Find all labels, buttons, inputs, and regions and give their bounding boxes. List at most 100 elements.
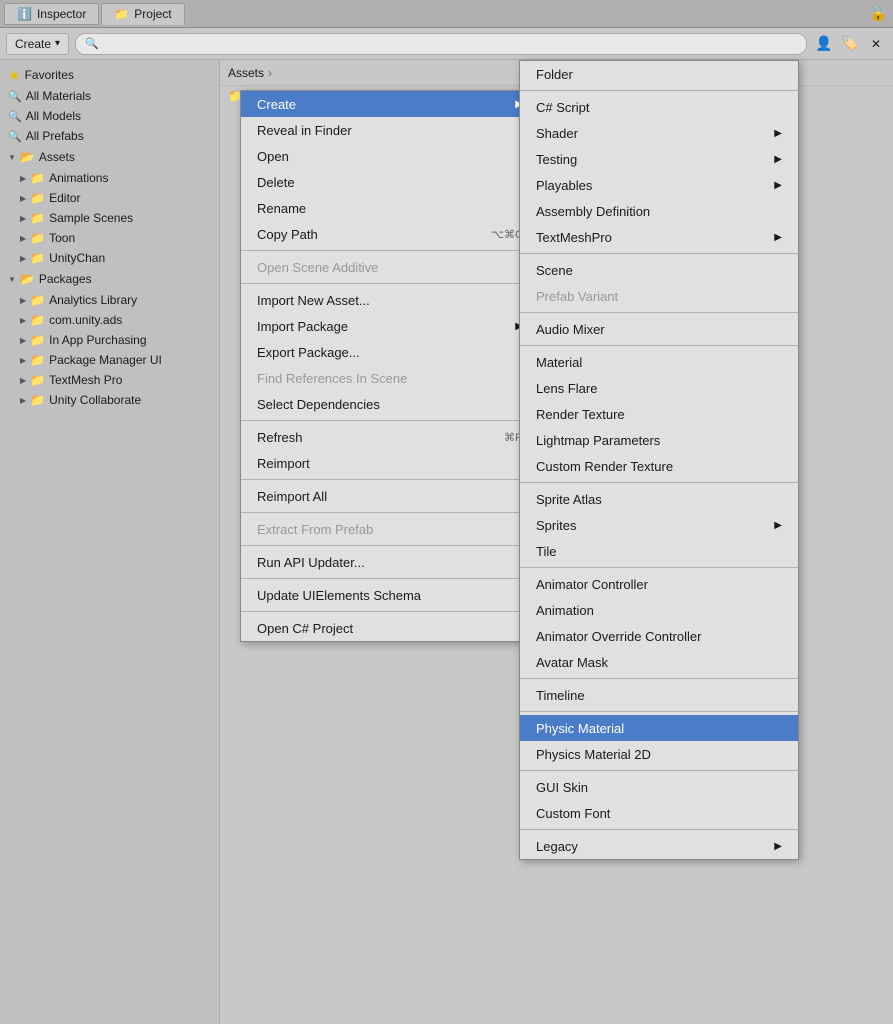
favorites-label: Favorites <box>25 68 74 82</box>
sidebar-item-all-materials[interactable]: 🔍 All Materials <box>0 86 219 106</box>
sidebar-item-textmesh[interactable]: ▶ 📁 TextMesh Pro <box>0 370 219 390</box>
menu-item-create[interactable]: Create ▶ <box>241 91 539 117</box>
all-materials-label: All Materials <box>26 89 91 103</box>
tab-project[interactable]: 📁 Project <box>101 3 184 25</box>
menu-item-run-api[interactable]: Run API Updater... <box>241 549 539 575</box>
submenu-item-testing[interactable]: Testing ▶ <box>520 146 798 172</box>
menu-item-copy-path[interactable]: Copy Path ⌥⌘C <box>241 221 539 247</box>
menu-open-label: Open <box>257 149 289 164</box>
folder-icon5: 📁 <box>30 251 45 265</box>
sidebar-item-sample-scenes[interactable]: ▶ 📁 Sample Scenes <box>0 208 219 228</box>
sidebar-item-toon[interactable]: ▶ 📁 Toon <box>0 228 219 248</box>
lock-icon[interactable]: 🔒 <box>870 5 893 22</box>
submenu-item-assembly[interactable]: Assembly Definition <box>520 198 798 224</box>
submenu-playables-label: Playables <box>536 178 592 193</box>
menu-find-refs-label: Find References In Scene <box>257 371 407 386</box>
sidebar-item-package-manager[interactable]: ▶ 📁 Package Manager UI <box>0 350 219 370</box>
close-icon[interactable]: ✕ <box>865 33 887 55</box>
menu-item-delete[interactable]: Delete <box>241 169 539 195</box>
submenu-item-legacy[interactable]: Legacy ▶ <box>520 833 798 859</box>
submenu-csharp-label: C# Script <box>536 100 589 115</box>
submenu-material-label: Material <box>536 355 582 370</box>
submenu-item-custom-font[interactable]: Custom Font <box>520 800 798 826</box>
submenu-item-render-texture[interactable]: Render Texture <box>520 401 798 427</box>
folder-icon6: 📁 <box>30 293 45 307</box>
create-button[interactable]: Create ▾ <box>6 33 69 55</box>
folder-icon7: 📁 <box>30 313 45 327</box>
submenu-item-physic-material[interactable]: Physic Material <box>520 715 798 741</box>
menu-item-select-deps[interactable]: Select Dependencies <box>241 391 539 417</box>
menu-run-api-label: Run API Updater... <box>257 555 365 570</box>
submenu-gui-skin-label: GUI Skin <box>536 780 588 795</box>
submenu-item-lightmap[interactable]: Lightmap Parameters <box>520 427 798 453</box>
submenu-item-scene[interactable]: Scene <box>520 257 798 283</box>
submenu-item-playables[interactable]: Playables ▶ <box>520 172 798 198</box>
menu-item-update-ui[interactable]: Update UIElements Schema <box>241 582 539 608</box>
all-models-label: All Models <box>26 109 81 123</box>
submenu-item-csharp[interactable]: C# Script <box>520 94 798 120</box>
menu-item-import-new[interactable]: Import New Asset... <box>241 287 539 313</box>
assets-header[interactable]: ▼ 📂 Assets <box>0 146 219 168</box>
triangle-right4: ▶ <box>20 234 26 243</box>
sidebar-item-unitychan[interactable]: ▶ 📁 UnityChan <box>0 248 219 268</box>
folder-icon10: 📁 <box>30 373 45 387</box>
submenu-item-lens-flare[interactable]: Lens Flare <box>520 375 798 401</box>
submenu-sprites-label: Sprites <box>536 518 576 533</box>
menu-copy-path-label: Copy Path <box>257 227 318 242</box>
menu-item-reimport-all[interactable]: Reimport All <box>241 483 539 509</box>
triangle-right6: ▶ <box>20 296 26 305</box>
breadcrumb-assets[interactable]: Assets <box>228 66 264 80</box>
triangle-right7: ▶ <box>20 316 26 325</box>
triangle-right10: ▶ <box>20 376 26 385</box>
favorites-header[interactable]: ★ Favorites <box>0 64 219 86</box>
submenu-item-gui-skin[interactable]: GUI Skin <box>520 774 798 800</box>
menu-item-refresh[interactable]: Refresh ⌘R <box>241 424 539 450</box>
account-icon[interactable]: 👤 <box>813 33 835 55</box>
menu-rename-label: Rename <box>257 201 306 216</box>
sidebar-item-unity-ads[interactable]: ▶ 📁 com.unity.ads <box>0 310 219 330</box>
submenu-item-folder[interactable]: Folder <box>520 61 798 87</box>
menu-reimport-label: Reimport <box>257 456 310 471</box>
menu-item-rename[interactable]: Rename <box>241 195 539 221</box>
submenu-item-tile[interactable]: Tile <box>520 538 798 564</box>
tab-inspector[interactable]: ℹ️ Inspector <box>4 3 99 25</box>
submenu-item-sprites[interactable]: Sprites ▶ <box>520 512 798 538</box>
sidebar-item-analytics[interactable]: ▶ 📁 Analytics Library <box>0 290 219 310</box>
sidebar-item-animations[interactable]: ▶ 📁 Animations <box>0 168 219 188</box>
submenu-item-shader[interactable]: Shader ▶ <box>520 120 798 146</box>
search-input[interactable] <box>75 33 807 55</box>
tab-project-label: Project <box>134 7 171 21</box>
submenu-item-material[interactable]: Material <box>520 349 798 375</box>
sidebar-item-editor[interactable]: ▶ 📁 Editor <box>0 188 219 208</box>
submenu-item-sprite-atlas[interactable]: Sprite Atlas <box>520 486 798 512</box>
submenu-item-audio-mixer[interactable]: Audio Mixer <box>520 316 798 342</box>
menu-item-reimport[interactable]: Reimport <box>241 450 539 476</box>
sidebar-item-in-app[interactable]: ▶ 📁 In App Purchasing <box>0 330 219 350</box>
submenu-item-textmeshpro[interactable]: TextMeshPro ▶ <box>520 224 798 250</box>
tag-icon[interactable]: 🏷️ <box>839 33 861 55</box>
submenu-item-physics-material-2d[interactable]: Physics Material 2D <box>520 741 798 767</box>
menu-create-label: Create <box>257 97 296 112</box>
menu-item-open[interactable]: Open <box>241 143 539 169</box>
menu-item-export[interactable]: Export Package... <box>241 339 539 365</box>
submenu-item-timeline[interactable]: Timeline <box>520 682 798 708</box>
submenu-scene-label: Scene <box>536 263 573 278</box>
submenu-item-animator-controller[interactable]: Animator Controller <box>520 571 798 597</box>
packages-header[interactable]: ▼ 📂 Packages <box>0 268 219 290</box>
submenu-item-animator-override[interactable]: Animator Override Controller <box>520 623 798 649</box>
sidebar-item-unity-collaborate[interactable]: ▶ 📁 Unity Collaborate <box>0 390 219 410</box>
assets-label: Assets <box>39 150 75 164</box>
menu-item-open-csharp[interactable]: Open C# Project <box>241 615 539 641</box>
submenu-item-avatar-mask[interactable]: Avatar Mask <box>520 649 798 675</box>
sidebar-item-all-prefabs[interactable]: 🔍 All Prefabs <box>0 126 219 146</box>
menu-extract-label: Extract From Prefab <box>257 522 373 537</box>
menu-item-reveal[interactable]: Reveal in Finder <box>241 117 539 143</box>
submenu-testing-label: Testing <box>536 152 577 167</box>
submenu-item-animation[interactable]: Animation <box>520 597 798 623</box>
sidebar-item-all-models[interactable]: 🔍 All Models <box>0 106 219 126</box>
submenu-lightmap-label: Lightmap Parameters <box>536 433 660 448</box>
submenu-item-custom-render[interactable]: Custom Render Texture <box>520 453 798 479</box>
playables-arrow: ▶ <box>774 180 782 191</box>
menu-delete-label: Delete <box>257 175 295 190</box>
menu-item-import-package[interactable]: Import Package ▶ <box>241 313 539 339</box>
